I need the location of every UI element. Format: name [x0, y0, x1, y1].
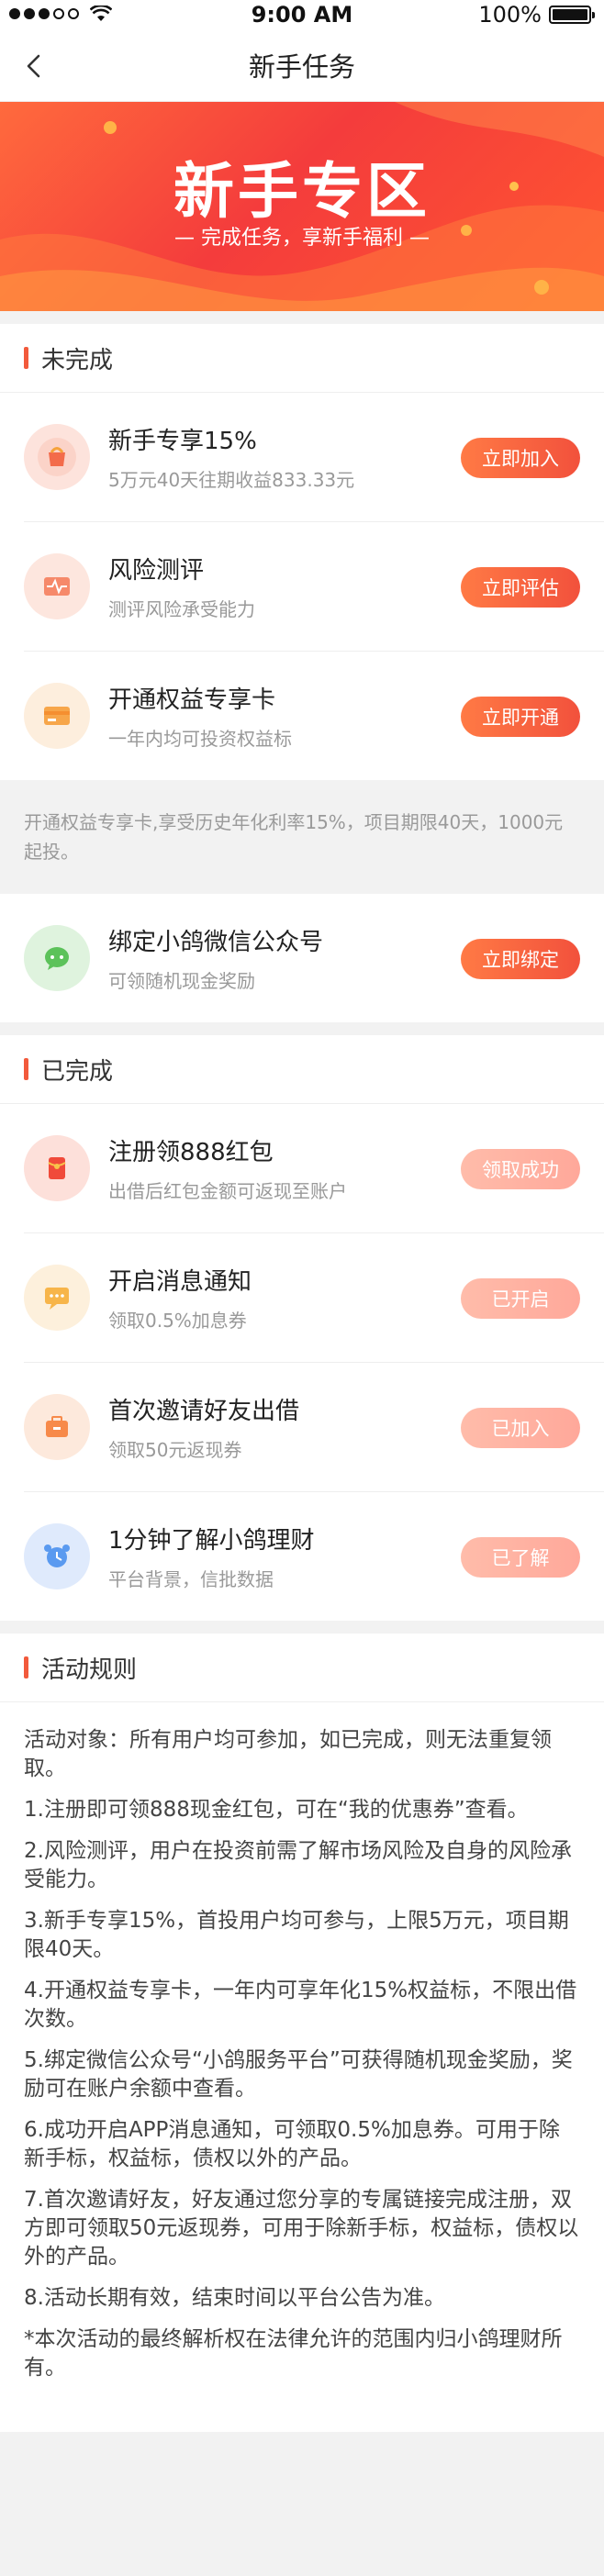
- message-icon: [24, 1265, 90, 1331]
- banner-title: 新手专区: [173, 156, 431, 227]
- task-row: 首次邀请好友出借 领取50元返现券 已加入: [24, 1363, 604, 1492]
- claimed-button[interactable]: 领取成功: [461, 1149, 580, 1189]
- activate-button[interactable]: 立即开通: [461, 697, 580, 737]
- section-header: 未完成: [0, 324, 604, 393]
- status-bar: 9:00 AM 100%: [0, 0, 604, 33]
- assess-button[interactable]: 立即评估: [461, 567, 580, 608]
- section-header: 活动规则: [0, 1634, 604, 1702]
- bind-button[interactable]: 立即绑定: [461, 939, 580, 979]
- gift-basket-icon: [24, 424, 90, 490]
- battery-icon: [549, 6, 595, 24]
- pending-section: 未完成 新手专享15% 5万元40天往期收益833.33元 立即加入 风险测评 …: [0, 324, 604, 780]
- understood-button[interactable]: 已了解: [461, 1537, 580, 1578]
- alarm-clock-icon: [24, 1523, 90, 1589]
- red-packet-icon: [24, 1135, 90, 1201]
- joined-button[interactable]: 已加入: [461, 1408, 580, 1448]
- task-row: 开通权益专享卡 一年内均可投资权益标 立即开通: [24, 652, 604, 780]
- section-marker: [24, 1656, 28, 1678]
- rule-line: 2.风险测评，用户在投资前需了解市场风险及自身的风险承受能力。: [24, 1839, 572, 1891]
- page-title: 新手任务: [248, 51, 355, 83]
- banner-subtitle: — 完成任务，享新手福利 —: [174, 227, 430, 250]
- section-title: 未完成: [41, 346, 114, 374]
- rules-section: 活动规则 活动对象：所有用户均可参加，如已完成，则无法重复领取。 1.注册即可领…: [0, 1634, 604, 2432]
- completed-section: 已完成 注册领888红包 出借后红包金额可返现至账户 领取成功 开启消息通知 领…: [0, 1035, 604, 1621]
- wechat-section: 绑定小鸽微信公众号 可领随机现金奖励 立即绑定: [0, 894, 604, 1022]
- wechat-icon: [24, 925, 90, 991]
- task-row: 开启消息通知 领取0.5%加息券 已开启: [24, 1233, 604, 1363]
- rule-line: *本次活动的最终解析权在法律允许的范围内归小鸽理财所有。: [24, 2327, 563, 2380]
- card-icon: [24, 683, 90, 749]
- briefcase-icon: [24, 1394, 90, 1460]
- rule-line: 7.首次邀请好友，好友通过您分享的专属链接完成注册，双方即可领取50元返现券，可…: [24, 2188, 579, 2269]
- enabled-button[interactable]: 已开启: [461, 1278, 580, 1319]
- rule-line: 活动对象：所有用户均可参加，如已完成，则无法重复领取。: [24, 1728, 552, 1780]
- nav-bar: 新手任务: [0, 33, 604, 102]
- rule-line: 8.活动长期有效，结束时间以平台公告为准。: [24, 2286, 445, 2310]
- join-button[interactable]: 立即加入: [461, 438, 580, 478]
- battery-percent: 100%: [478, 2, 542, 28]
- rule-line: 6.成功开启APP消息通知，可领取0.5%加息券。可用于除新手标，权益标，债权以…: [24, 2118, 560, 2170]
- task-row: 注册领888红包 出借后红包金额可返现至账户 领取成功: [24, 1104, 604, 1233]
- rules-body: 活动对象：所有用户均可参加，如已完成，则无法重复领取。 1.注册即可领888现金…: [0, 1702, 604, 2432]
- rule-line: 4.开通权益专享卡，一年内可享年化15%权益标，不限出借次数。: [24, 1979, 577, 2031]
- rule-line: 1.注册即可领888现金红包，可在“我的优惠券”查看。: [24, 1798, 529, 1822]
- task-row: 风险测评 测评风险承受能力 立即评估: [24, 522, 604, 652]
- section-header: 已完成: [0, 1035, 604, 1104]
- hero-banner: 新手专区 — 完成任务，享新手福利 —: [0, 102, 604, 311]
- battery-fill: [553, 9, 587, 20]
- section-title: 活动规则: [41, 1656, 138, 1684]
- section-marker: [24, 1058, 28, 1080]
- back-arrow-icon[interactable]: [22, 53, 48, 79]
- card-note: 开通权益专享卡,享受历史年化利率15%，项目期限40天，1000元起投。: [0, 780, 604, 894]
- risk-assessment-icon: [24, 553, 90, 619]
- task-row: 绑定小鸽微信公众号 可领随机现金奖励 立即绑定: [24, 894, 604, 1022]
- task-row: 1分钟了解小鸽理财 平台背景，信批数据 已了解: [24, 1492, 604, 1621]
- section-title: 已完成: [41, 1057, 114, 1086]
- section-marker: [24, 347, 28, 369]
- rule-line: 5.绑定微信公众号“小鸽服务平台”可获得随机现金奖励，奖励可在账户余额中查看。: [24, 2048, 573, 2101]
- rule-line: 3.新手专享15%，首投用户均可参与，上限5万元，项目期限40天。: [24, 1909, 569, 1961]
- task-row: 新手专享15% 5万元40天往期收益833.33元 立即加入: [24, 393, 604, 522]
